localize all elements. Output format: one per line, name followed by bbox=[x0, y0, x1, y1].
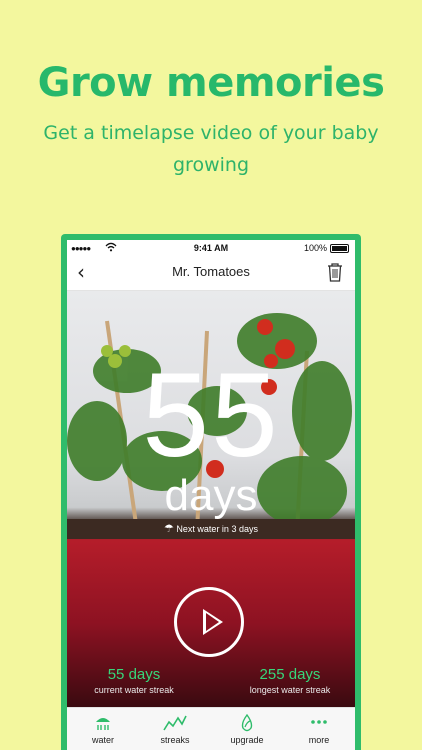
next-water-row: ☂ Next water in 3 days bbox=[67, 522, 355, 535]
phone-frame: ●●●●● 9:41 AM 100% ‹ Mr. Tomatoes 55 day… bbox=[61, 234, 361, 750]
more-dots-icon bbox=[311, 720, 327, 724]
status-bar: ●●●●● 9:41 AM 100% bbox=[67, 240, 355, 256]
plant-title: Mr. Tomatoes bbox=[172, 264, 250, 279]
tab-water-label: water bbox=[91, 735, 114, 745]
promo-subtitle: Get a timelapse video of your baby growi… bbox=[43, 122, 379, 176]
nav-bar: ‹ Mr. Tomatoes bbox=[67, 256, 355, 291]
longest-streak: 255 days longest water streak bbox=[235, 666, 345, 695]
tab-more-label: more bbox=[308, 735, 330, 745]
play-icon bbox=[203, 609, 223, 635]
battery-icon bbox=[330, 244, 349, 253]
trash-icon[interactable] bbox=[325, 261, 345, 283]
current-streak-value: 55 days bbox=[107, 666, 161, 683]
chart-line-icon bbox=[163, 715, 187, 731]
watering-can-icon bbox=[96, 718, 110, 730]
current-streak-label: current water streak bbox=[94, 685, 174, 695]
days-count: 55 bbox=[142, 348, 280, 482]
droplet-leaf-icon bbox=[241, 714, 253, 732]
tab-streaks-label: streaks bbox=[160, 735, 190, 745]
current-streak: 55 days current water streak bbox=[79, 666, 189, 695]
promo-headline: Grow memories bbox=[37, 60, 385, 106]
longest-streak-label: longest water streak bbox=[249, 685, 331, 695]
plant-photo: 55 days ☂ Next water in 3 days 55 days c… bbox=[67, 291, 355, 707]
next-water-text: Next water in 3 days bbox=[176, 524, 258, 534]
longest-streak-value: 255 days bbox=[259, 666, 321, 683]
app-screen: ●●●●● 9:41 AM 100% ‹ Mr. Tomatoes 55 day… bbox=[67, 240, 355, 750]
tab-upgrade[interactable]: upgrade bbox=[211, 708, 283, 750]
tab-upgrade-label: upgrade bbox=[230, 735, 264, 745]
tab-streaks[interactable]: streaks bbox=[139, 708, 211, 750]
days-unit: days bbox=[164, 471, 258, 520]
play-button[interactable] bbox=[174, 587, 244, 657]
battery-percent: 100% bbox=[303, 243, 327, 253]
tab-bar: water streaks upgrade more bbox=[67, 707, 355, 750]
tab-water[interactable]: water bbox=[67, 708, 139, 750]
watering-can-icon: ☂ bbox=[164, 523, 174, 535]
tab-more[interactable]: more bbox=[283, 708, 355, 750]
